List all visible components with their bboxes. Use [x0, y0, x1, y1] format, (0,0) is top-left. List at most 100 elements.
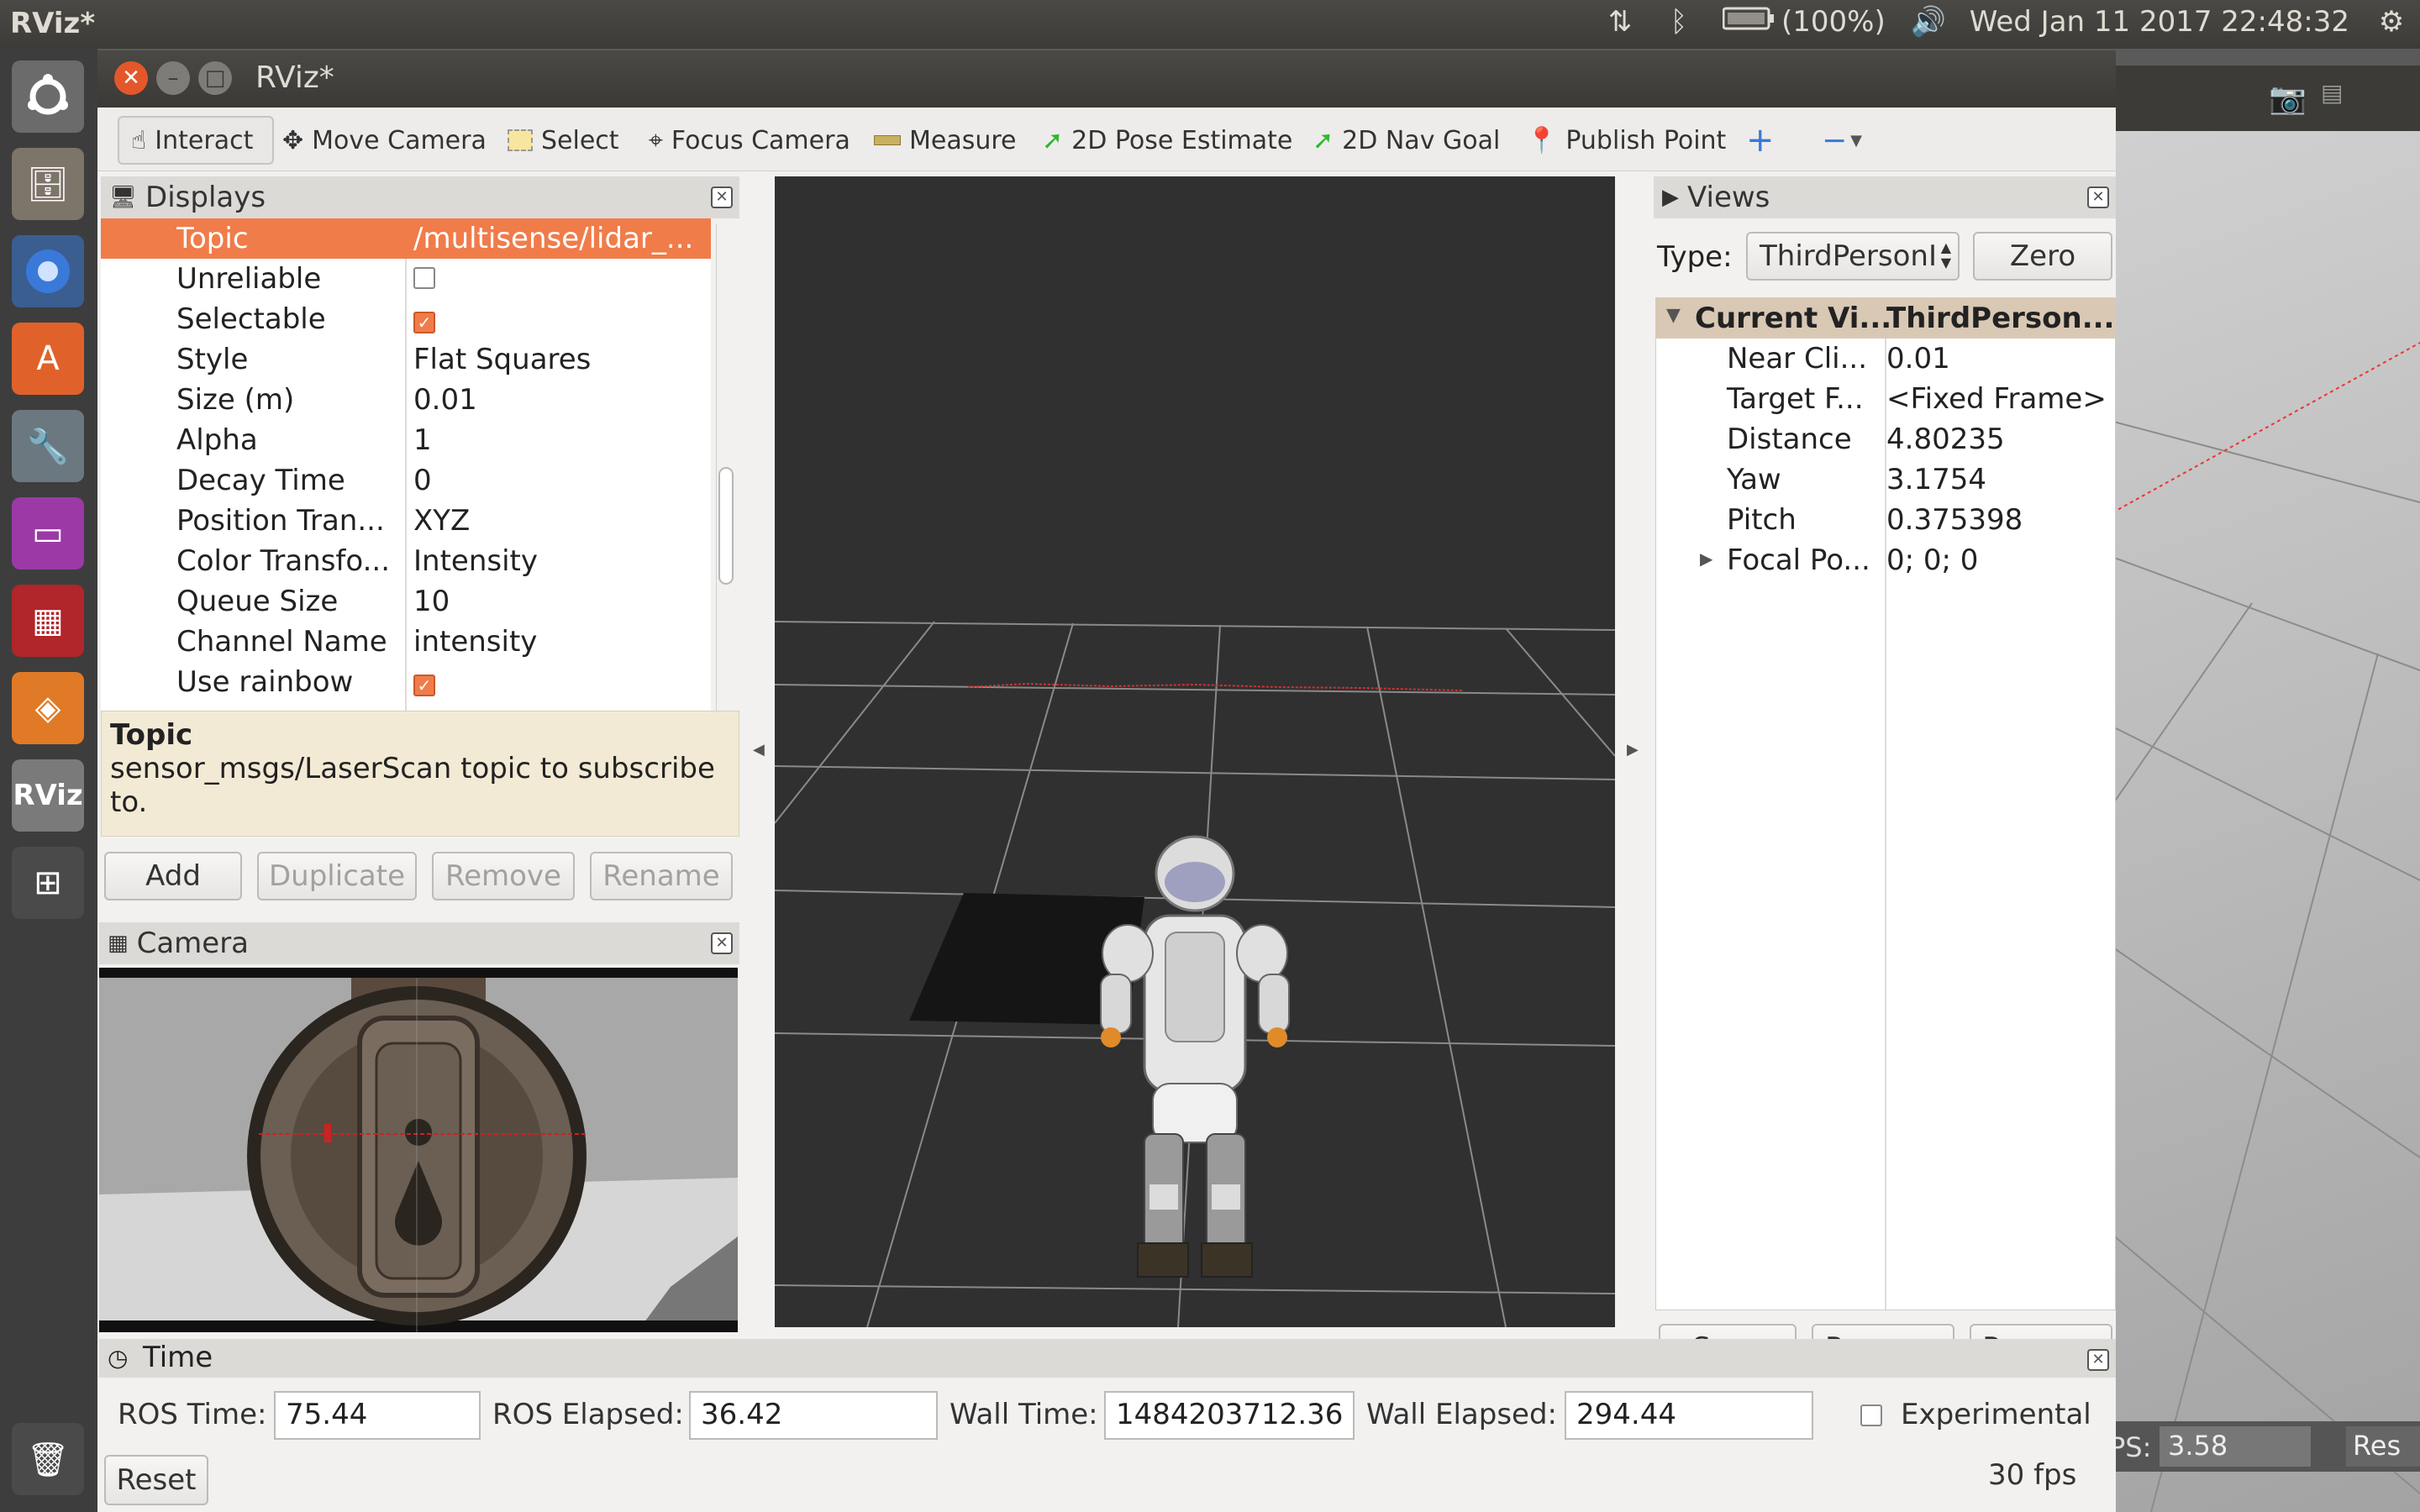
view-property-value[interactable]: 0.375398 — [1886, 503, 2023, 537]
expand-arrow-icon[interactable]: ▼ — [1666, 305, 1681, 326]
view-row-pitch[interactable]: Pitch 0.375398 — [1656, 500, 2115, 540]
software-center-icon[interactable]: A — [12, 323, 84, 395]
property-value[interactable]: intensity — [413, 625, 699, 659]
add-tool-button[interactable]: + — [1746, 116, 1775, 165]
background-fps-readout: PS: 3.58 Res — [2101, 1421, 2420, 1472]
view-type-select[interactable]: ThirdPersonI ▲ ▼ — [1746, 232, 1960, 281]
wall-elapsed-field[interactable]: 294.44 — [1565, 1391, 1813, 1440]
property-value[interactable]: 0.01 — [413, 383, 699, 417]
close-window-button[interactable]: ✕ — [114, 61, 148, 95]
tool-2d-pose-estimate[interactable]: ➚ 2D Pose Estimate — [1042, 116, 1292, 165]
experimental-checkbox[interactable] — [1860, 1404, 1882, 1426]
tool-publish-point[interactable]: 📍 Publish Point — [1526, 116, 1726, 165]
property-row-unreliable[interactable]: Unreliable — [101, 259, 711, 299]
tool-interact[interactable]: ☝ Interact — [118, 116, 274, 165]
trash-icon[interactable]: 🗑 — [12, 1423, 84, 1495]
gear-icon[interactable]: ⚙ — [2375, 5, 2408, 39]
launcher: 🗄 A 🔧 ▭ ▦ ◈ RViz ⊞ 🗑 — [0, 49, 97, 1512]
duplicate-display-button[interactable]: Duplicate — [257, 852, 417, 900]
add-display-button[interactable]: Add — [104, 852, 242, 900]
current-view-row[interactable]: ▼ Current Vi... ThirdPerson... — [1656, 298, 2115, 339]
close-icon[interactable]: ✕ — [2087, 186, 2109, 208]
view-property-name: Yaw — [1727, 463, 1781, 496]
displays-scrollbar[interactable] — [716, 223, 734, 744]
close-icon[interactable]: ✕ — [711, 186, 733, 208]
3d-render-view[interactable] — [775, 176, 1615, 1327]
window-titlebar[interactable]: ✕ – □ RViz* — [97, 50, 2116, 108]
use-rainbow-checkbox[interactable]: ✓ — [413, 675, 435, 696]
property-value[interactable]: Intensity — [413, 544, 699, 578]
battery-indicator[interactable]: (100%) — [1721, 5, 1886, 39]
close-icon[interactable]: ✕ — [711, 932, 733, 954]
view-property-value[interactable]: 0.01 — [1886, 342, 1950, 375]
tool-focus-camera[interactable]: ⌖ Focus Camera — [649, 116, 850, 165]
ros-time-field[interactable]: 75.44 — [274, 1391, 481, 1440]
rviz-icon[interactable]: RViz — [12, 759, 84, 832]
property-row-queue-size[interactable]: Queue Size 10 — [101, 581, 711, 622]
bluetooth-icon[interactable]: ᛒ — [1662, 5, 1696, 39]
tool-move-camera[interactable]: ✥ Move Camera — [282, 116, 487, 165]
ros-elapsed-field[interactable]: 36.42 — [689, 1391, 938, 1440]
property-value[interactable]: 1 — [413, 423, 699, 457]
property-row-decay-time[interactable]: Decay Time 0 — [101, 460, 711, 501]
minimize-window-button[interactable]: – — [156, 61, 190, 95]
tool-2d-nav-goal[interactable]: ➚ 2D Nav Goal — [1313, 116, 1500, 165]
property-value[interactable]: 10 — [413, 585, 699, 618]
maximize-window-button[interactable]: □ — [198, 61, 232, 95]
focus-camera-icon: ⌖ — [649, 125, 663, 155]
unreliable-checkbox[interactable] — [413, 267, 435, 289]
view-row-focal-point[interactable]: ▶ Focal Po... 0; 0; 0 — [1656, 540, 2115, 580]
property-row-channel-name[interactable]: Channel Name intensity — [101, 622, 711, 662]
view-property-value[interactable]: <Fixed Frame> — [1886, 382, 2107, 416]
property-row-style[interactable]: Style Flat Squares — [101, 339, 711, 380]
scrollbar-thumb[interactable] — [718, 467, 734, 585]
camera-image-view[interactable] — [99, 968, 738, 1332]
property-row-selectable[interactable]: Selectable ✓ — [101, 299, 711, 339]
property-value[interactable]: 0 — [413, 464, 699, 497]
network-icon[interactable]: ⇅ — [1603, 5, 1637, 39]
chromium-icon[interactable] — [12, 235, 84, 307]
view-property-value[interactable]: 4.80235 — [1886, 423, 2005, 456]
property-row-color-transformer[interactable]: Color Transfo... Intensity — [101, 541, 711, 581]
clock[interactable]: Wed Jan 11 2017 22:48:32 — [1970, 5, 2349, 39]
bg-reset-button[interactable]: Res — [2346, 1426, 2420, 1467]
background-window[interactable]: 📷 ▤ PS: 3.58 Res — [2101, 66, 2420, 1512]
presentation-icon[interactable]: ▦ — [12, 585, 84, 657]
rename-display-button[interactable]: Rename — [590, 852, 733, 900]
property-row-alpha[interactable]: Alpha 1 — [101, 420, 711, 460]
ubuntu-logo-icon[interactable] — [12, 60, 84, 133]
selectable-checkbox[interactable]: ✓ — [413, 312, 435, 333]
close-icon[interactable]: ✕ — [2087, 1349, 2109, 1371]
tool-measure[interactable]: Measure — [874, 116, 1017, 165]
view-property-value[interactable]: 0; 0; 0 — [1886, 543, 1978, 577]
tool-select[interactable]: Select — [508, 116, 619, 165]
property-row-use-rainbow[interactable]: Use rainbow ✓ — [101, 662, 711, 702]
property-row-size[interactable]: Size (m) 0.01 — [101, 380, 711, 420]
wall-elapsed-label: Wall Elapsed: — [1366, 1398, 1557, 1431]
remove-tool-button[interactable]: − ▼ — [1822, 116, 1862, 165]
view-row-target-frame[interactable]: Target F... <Fixed Frame> — [1656, 379, 2115, 419]
reset-time-button[interactable]: Reset — [104, 1455, 208, 1505]
left-collapse-arrow-icon[interactable]: ◀ — [753, 741, 765, 759]
property-value[interactable]: Flat Squares — [413, 343, 699, 376]
right-collapse-arrow-icon[interactable]: ▶ — [1627, 741, 1639, 759]
settings-icon[interactable]: 🔧 — [12, 410, 84, 482]
view-row-yaw[interactable]: Yaw 3.1754 — [1656, 459, 2115, 500]
remove-display-button[interactable]: Remove — [432, 852, 575, 900]
zero-view-button[interactable]: Zero — [1973, 232, 2112, 281]
view-row-near-clip[interactable]: Near Cli... 0.01 — [1656, 339, 2115, 379]
volume-icon[interactable]: 🔊 — [1911, 5, 1946, 39]
view-property-value[interactable]: 3.1754 — [1886, 463, 1986, 496]
expand-arrow-icon[interactable]: ▶ — [1700, 549, 1712, 569]
blender-icon[interactable]: ◈ — [12, 672, 84, 744]
property-row-topic[interactable]: Topic /multisense/lidar_... — [101, 218, 711, 259]
workspace-switcher-icon[interactable]: ⊞ — [12, 847, 84, 919]
files-icon[interactable]: 🗄 — [12, 148, 84, 220]
view-name: Current Vi... — [1695, 302, 1892, 335]
property-value[interactable]: /multisense/lidar_... — [413, 222, 699, 255]
view-row-distance[interactable]: Distance 4.80235 — [1656, 419, 2115, 459]
wall-time-field[interactable]: 1484203712.36 — [1104, 1391, 1355, 1440]
workspace-icon[interactable]: ▭ — [12, 497, 84, 570]
property-value[interactable]: XYZ — [413, 504, 699, 538]
property-row-position-transformer[interactable]: Position Tran... XYZ — [101, 501, 711, 541]
